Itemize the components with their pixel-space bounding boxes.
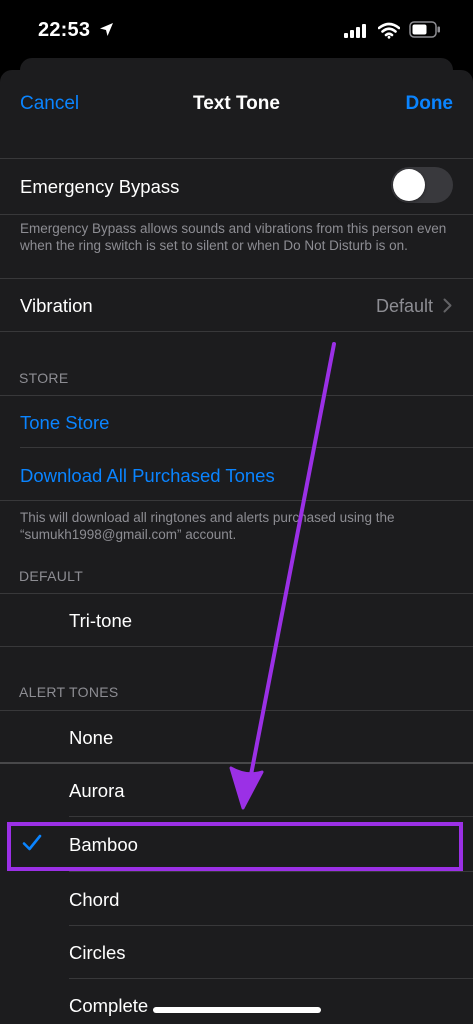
divider <box>0 331 473 332</box>
emergency-bypass-label: Emergency Bypass <box>20 176 180 197</box>
emergency-bypass-footnote: Emergency Bypass allows sounds and vibra… <box>20 221 447 253</box>
done-button[interactable]: Done <box>406 93 454 115</box>
tone-item-chord: Chord <box>69 889 120 910</box>
download-all-row[interactable]: Download All Purchased Tones <box>0 448 473 500</box>
home-indicator <box>153 1007 321 1013</box>
vibration-value: Default <box>375 296 433 316</box>
signal-icon <box>344 24 366 38</box>
divider <box>0 500 473 501</box>
navigation-bar: Cancel Text Tone Done <box>0 70 473 136</box>
tone-item-complete: Complete <box>69 995 149 1016</box>
alert-tone-row[interactable]: Aurora <box>0 764 473 816</box>
emergency-bypass-toggle[interactable] <box>391 167 453 203</box>
divider <box>0 214 473 215</box>
tone-store-link[interactable]: Tone Store <box>20 412 109 434</box>
tone-item-circles: Circles <box>69 942 126 963</box>
tone-item-tri-tone: Tri-tone <box>69 610 133 631</box>
alert-tones-section-header: ALERT TONES <box>19 684 119 700</box>
toggle-knob <box>393 169 425 201</box>
alert-tone-row[interactable]: Complete <box>0 979 473 1024</box>
download-all-tones-link[interactable]: Download All Purchased Tones <box>20 465 275 487</box>
wifi-icon <box>378 22 400 39</box>
store-footnote: This will download all ringtones and ale… <box>20 510 395 542</box>
alert-tone-row[interactable]: Chord <box>0 872 473 925</box>
battery-icon <box>409 21 440 38</box>
status-bar: 22:53 <box>0 0 473 62</box>
alert-tone-row[interactable]: None <box>0 711 473 762</box>
default-section-header: DEFAULT <box>19 568 84 584</box>
text-tone-sheet: Cancel Text Tone Done Emergency Bypass E… <box>0 70 473 1024</box>
default-tone-row[interactable]: Tri-tone <box>0 594 473 646</box>
annotation-highlight-box <box>7 822 463 871</box>
location-arrow-icon <box>100 23 113 36</box>
vibration-row[interactable]: Vibration Default <box>0 279 473 331</box>
alert-tone-row[interactable]: Circles <box>0 926 473 978</box>
chevron-right-icon <box>443 298 452 313</box>
vibration-label: Vibration <box>20 295 93 316</box>
page-title: Text Tone <box>193 93 280 114</box>
divider <box>0 646 473 647</box>
tone-item-none: None <box>69 727 114 748</box>
status-time: 22:53 <box>38 19 91 41</box>
tone-item-aurora: Aurora <box>69 780 125 801</box>
tone-store-row[interactable]: Tone Store <box>0 396 473 447</box>
store-section-header: STORE <box>19 370 69 386</box>
